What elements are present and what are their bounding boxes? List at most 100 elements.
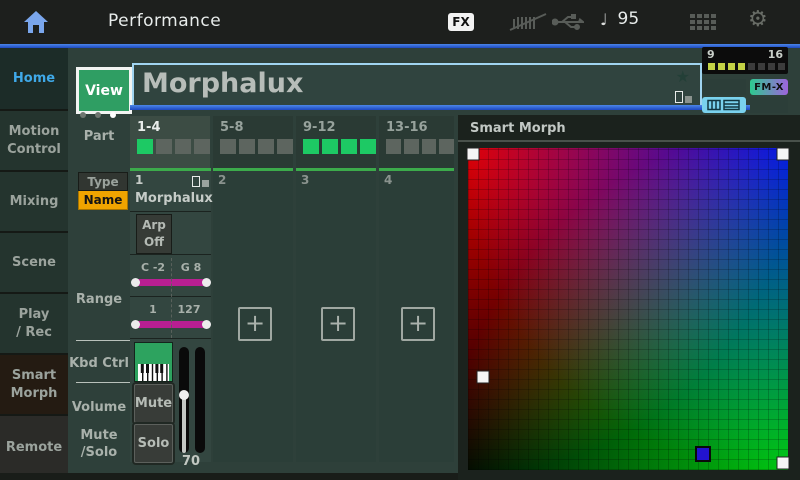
add-part2-button[interactable]: + — [238, 307, 272, 341]
quarter-note-icon: ♩ — [600, 10, 608, 29]
led — [220, 139, 236, 154]
midi-keyboard-disabled-icon — [508, 13, 548, 35]
part1-volume-value: 70 — [176, 454, 206, 469]
note-range-high-handle[interactable] — [202, 278, 211, 287]
part-tab-1-4[interactable]: 1-4 — [130, 116, 210, 168]
part-tab-leds — [137, 139, 210, 154]
volume-row-label: Volume — [68, 400, 130, 417]
led — [728, 63, 735, 70]
morph-marker-white[interactable] — [776, 456, 789, 469]
led — [156, 139, 172, 154]
type-option[interactable]: Type — [78, 172, 128, 191]
header-underline — [130, 105, 787, 110]
led — [303, 139, 319, 154]
led — [322, 139, 338, 154]
usb-icon — [552, 14, 584, 34]
led — [341, 139, 357, 154]
fx-status-badge[interactable]: FX — [448, 13, 474, 31]
part1-row-divider — [130, 211, 211, 212]
smart-morph-divider — [458, 140, 800, 142]
part-tab-13-16[interactable]: 13-16 — [379, 116, 454, 168]
led — [239, 139, 255, 154]
range-row-label: Range — [68, 292, 130, 309]
keyboard-control-indicator — [702, 97, 746, 113]
note-range-high: G 8 — [176, 261, 206, 274]
plus-icon: + — [408, 311, 428, 335]
range-end: 16 — [768, 48, 783, 61]
kbd-ctrl-row-label: Kbd Ctrl — [68, 356, 130, 373]
morph-marker-white[interactable] — [776, 148, 789, 161]
top-bar: Performance FX — [0, 0, 800, 44]
velocity-low-handle[interactable] — [131, 320, 140, 329]
morph-marker-white[interactable] — [477, 370, 490, 383]
note-range-low-handle[interactable] — [131, 278, 140, 287]
part1-number: 1 — [135, 173, 143, 187]
sidebar-item-motion-control[interactable]: Motion Control — [0, 111, 68, 170]
performance-name-field[interactable]: Morphalux ★ — [132, 63, 702, 109]
velocity-high-handle[interactable] — [202, 320, 211, 329]
part1-mute-button[interactable]: Mute — [134, 384, 173, 423]
part-tab-9-12[interactable]: 9-12 — [296, 116, 376, 168]
part1-kbd-ctrl-button[interactable] — [134, 342, 173, 382]
smart-morph-map[interactable] — [468, 148, 788, 470]
part1-row-divider — [130, 254, 211, 255]
performance-name: Morphalux — [142, 68, 303, 99]
tone-generator-type-badge: FM-X — [750, 79, 788, 95]
performance-type-icon — [675, 91, 692, 103]
part1-name[interactable]: Morphalux — [135, 191, 213, 206]
plus-icon: + — [328, 311, 348, 335]
label-divider — [76, 340, 130, 341]
label-divider — [76, 382, 130, 383]
led — [439, 139, 454, 154]
led — [360, 139, 376, 154]
add-part4-button[interactable]: + — [401, 307, 435, 341]
led — [748, 63, 755, 70]
sidebar-item-smart-morph[interactable]: Smart Morph — [0, 355, 68, 414]
led — [738, 63, 745, 70]
part1-solo-button[interactable]: Solo — [134, 424, 173, 463]
type-name-toggle[interactable]: Type Name — [78, 172, 128, 210]
morph-marker-white[interactable] — [467, 148, 480, 161]
home-icon[interactable] — [22, 8, 50, 36]
part1-type-icon — [192, 176, 209, 187]
range-divider — [171, 258, 172, 338]
led — [386, 139, 401, 154]
page-title: Performance — [108, 11, 221, 31]
sidebar-item-mixing[interactable]: Mixing — [0, 172, 68, 231]
part-tab-leds — [386, 139, 454, 154]
volume-slider-handle[interactable] — [179, 390, 189, 400]
name-option-selected[interactable]: Name — [78, 191, 128, 210]
part4-number: 4 — [384, 173, 392, 187]
sidebar-item-play-rec[interactable]: Play / Rec — [0, 294, 68, 353]
add-part3-button[interactable]: + — [321, 307, 355, 341]
led — [778, 63, 785, 70]
velocity-low: 1 — [136, 303, 170, 316]
led — [768, 63, 775, 70]
settings-gear-icon[interactable]: ⚙ — [748, 7, 768, 32]
morph-marker-blue[interactable] — [695, 446, 711, 462]
sidebar-item-remote[interactable]: Remote — [0, 416, 68, 480]
smart-morph-title: Smart Morph — [470, 121, 566, 136]
note-range-low: C -2 — [136, 261, 170, 274]
accent-divider — [0, 44, 800, 48]
part-tab-5-8[interactable]: 5-8 — [213, 116, 293, 168]
favorite-star-icon[interactable]: ★ — [676, 67, 690, 86]
part-tab-leds — [303, 139, 376, 154]
part-row-label: Part — [68, 129, 130, 146]
view-button[interactable]: View — [76, 67, 132, 114]
led — [718, 63, 725, 70]
sidebar-item-scene[interactable]: Scene — [0, 233, 68, 292]
part1-volume-slider[interactable] — [179, 347, 189, 453]
page-indicator-dots[interactable] — [80, 112, 116, 118]
led — [758, 63, 765, 70]
sidebar-item-home[interactable]: Home — [0, 48, 68, 109]
led — [277, 139, 293, 154]
tempo-control[interactable]: ♩ 95 — [600, 9, 639, 29]
led — [422, 139, 437, 154]
mini-cell-empty — [750, 97, 788, 113]
range-start: 9 — [707, 48, 715, 61]
pad-grid-icon[interactable] — [690, 14, 718, 34]
screen: Performance FX — [0, 0, 800, 480]
part1-arp-button[interactable]: Arp Off — [136, 214, 172, 254]
sidebar: Home Motion Control Mixing Scene Play / … — [0, 48, 68, 480]
